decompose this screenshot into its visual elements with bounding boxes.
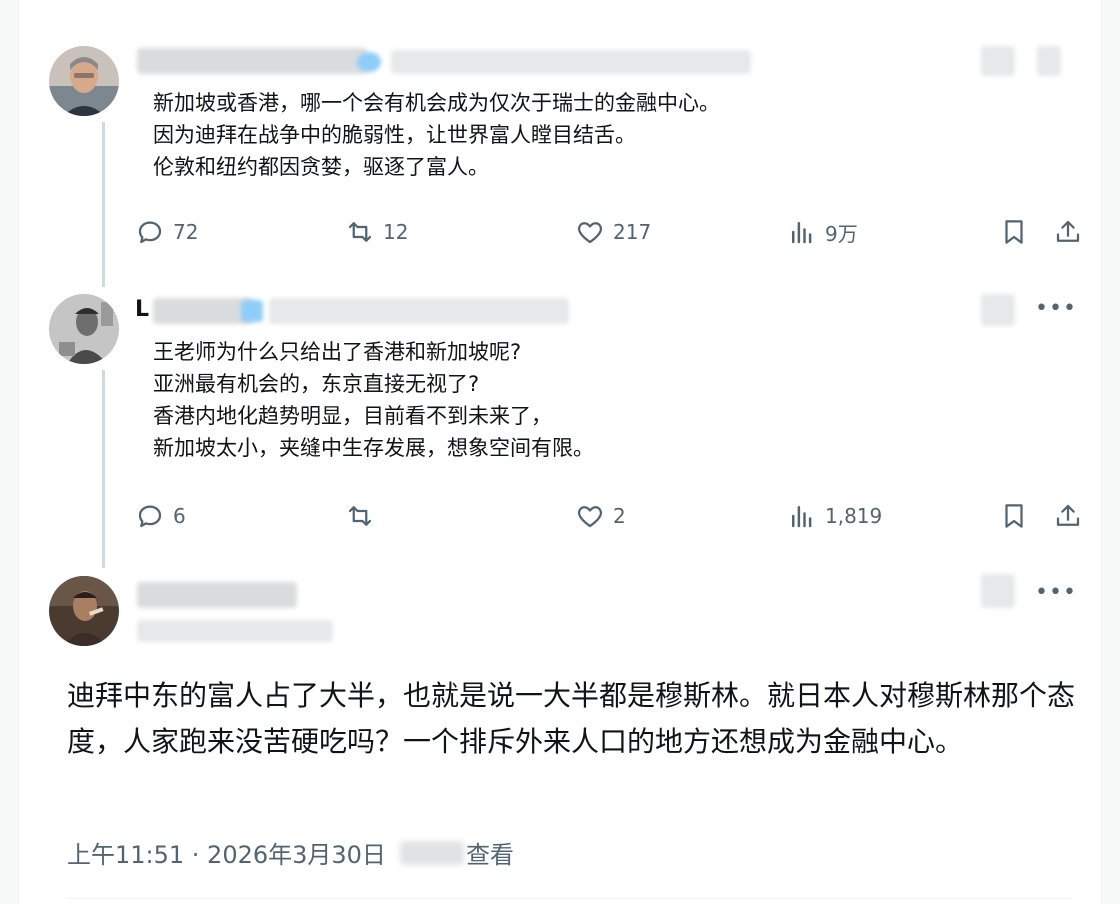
grok-icon[interactable] <box>981 46 1015 76</box>
reply-icon <box>135 217 165 247</box>
main-post-text: 迪拜中东的富人占了大半，也就是说一大半都是穆斯林。就日本人对穆斯林那个态度，人家… <box>67 679 1076 758</box>
reply-1-text: 新加坡或香港，哪一个会有机会成为仅次于瑞士的金融中心。 因为迪拜在战争中的脆弱性，… <box>153 87 720 183</box>
grok-icon[interactable] <box>981 294 1015 326</box>
reply-count: 72 <box>173 220 199 244</box>
reply-2-line: 香港内地化趋势明显，目前看不到未来了， <box>153 404 552 428</box>
reply-2-line: 亚洲最有机会的，东京直接无视了? <box>153 372 480 396</box>
retweet-button[interactable]: 12 <box>345 217 408 247</box>
reply-1-line: 伦敦和纽约都因贪婪，驱逐了富人。 <box>153 155 489 179</box>
reply-2-line: 新加坡太小，夹缝中生存发展，想象空间有限。 <box>153 436 594 460</box>
retweet-icon <box>345 501 375 531</box>
retweet-icon <box>345 217 375 247</box>
views-icon <box>787 501 817 531</box>
thread-connector <box>102 370 105 568</box>
more-icon[interactable]: ••• <box>1035 580 1077 605</box>
views-count-redacted <box>399 840 464 865</box>
views-button[interactable]: 1,819 <box>787 501 882 531</box>
divider <box>67 898 1071 899</box>
views-count: 9万 <box>825 221 858 246</box>
like-count: 217 <box>613 220 652 244</box>
retweet-button[interactable] <box>345 501 383 531</box>
user-2-name-initial: L <box>135 297 150 322</box>
like-button[interactable]: 217 <box>575 217 651 247</box>
grok-icon[interactable] <box>981 574 1015 608</box>
avatar-user-1[interactable] <box>49 46 119 116</box>
user-2-handle-redacted <box>269 298 569 324</box>
more-icon[interactable]: ••• <box>1035 296 1077 321</box>
post-meta: 上午11:51 · 2026年3月30日 查看 <box>67 835 514 870</box>
like-icon <box>575 217 605 247</box>
more-icon[interactable] <box>1037 46 1061 76</box>
reply-icon <box>135 501 165 531</box>
reply-1-line: 因为迪拜在战争中的脆弱性，让世界富人瞠目结舌。 <box>153 123 636 147</box>
user-1-handle-redacted <box>391 50 751 74</box>
author-handle-redacted <box>137 620 333 642</box>
views-icon <box>787 217 817 247</box>
user-1-name-redacted <box>137 48 367 74</box>
post-timestamp[interactable]: 上午11:51 · 2026年3月30日 <box>67 835 386 870</box>
tweet-thread: 新加坡或香港，哪一个会有机会成为仅次于瑞士的金融中心。 因为迪拜在战争中的脆弱性，… <box>18 0 1102 904</box>
reply-1-line: 新加坡或香港，哪一个会有机会成为仅次于瑞士的金融中心。 <box>153 91 720 115</box>
verified-badge-icon <box>241 300 263 322</box>
views-button[interactable]: 9万 <box>787 217 858 247</box>
reply-button[interactable]: 72 <box>135 217 198 247</box>
reply-2-line: 王老师为什么只给出了香港和新加坡呢? <box>153 340 522 364</box>
avatar-main-author[interactable] <box>49 576 119 646</box>
author-name-redacted <box>137 582 297 608</box>
user-2-name-redacted <box>153 298 253 324</box>
verified-badge-icon <box>357 52 381 72</box>
like-button[interactable]: 2 <box>575 501 626 531</box>
reply-count: 6 <box>173 504 186 528</box>
avatar-user-2[interactable] <box>49 294 119 364</box>
like-icon <box>575 501 605 531</box>
bookmark-icon[interactable] <box>999 217 1029 247</box>
like-count: 2 <box>613 504 626 528</box>
reply-button[interactable]: 6 <box>135 501 186 531</box>
retweet-count: 12 <box>383 220 409 244</box>
share-icon[interactable] <box>1053 217 1083 247</box>
share-icon[interactable] <box>1053 501 1083 531</box>
views-label: 查看 <box>465 841 514 869</box>
views-count: 1,819 <box>825 504 883 528</box>
bookmark-icon[interactable] <box>999 501 1029 531</box>
reply-2-text: 王老师为什么只给出了香港和新加坡呢? 亚洲最有机会的，东京直接无视了? 香港内地化趋… <box>153 336 594 464</box>
thread-connector <box>102 122 105 287</box>
